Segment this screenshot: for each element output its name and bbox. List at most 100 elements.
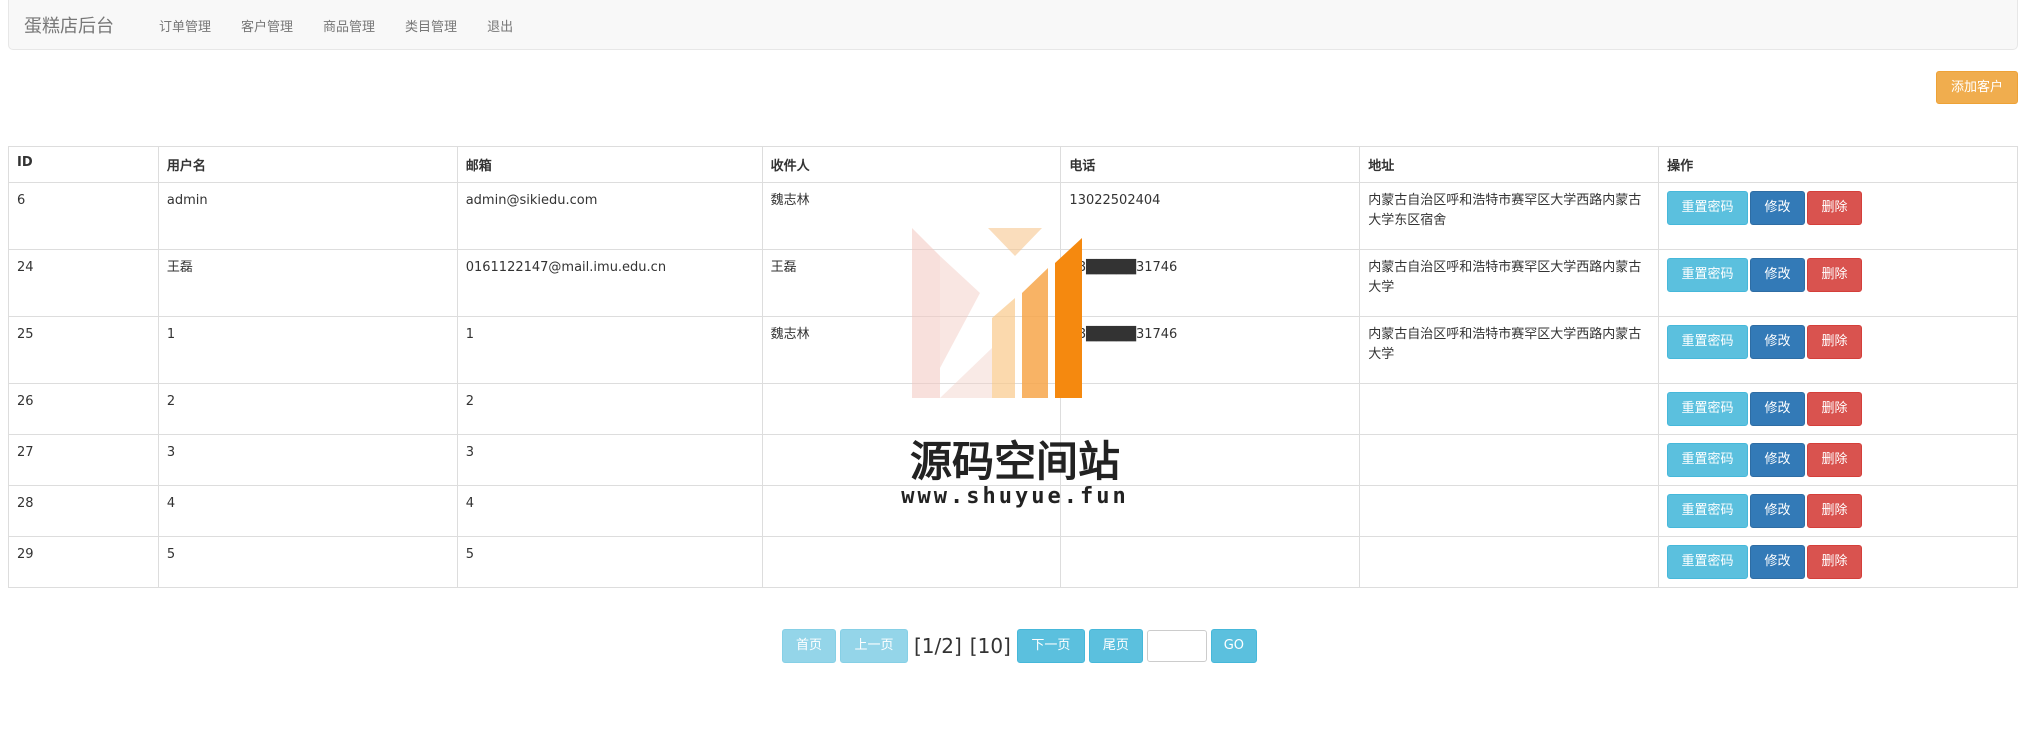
delete-button[interactable]: 删除	[1807, 494, 1863, 528]
edit-button[interactable]: 修改	[1750, 392, 1806, 426]
page-indicator: [1/2]	[914, 634, 962, 658]
cell-actions: 重置密码 修改 删除	[1658, 182, 2018, 250]
edit-button[interactable]: 修改	[1750, 258, 1806, 292]
delete-button[interactable]: 删除	[1807, 258, 1863, 292]
cell-phone	[1060, 434, 1361, 486]
total-count: [10]	[969, 634, 1011, 658]
edit-button[interactable]: 修改	[1750, 325, 1806, 359]
cell-actions: 重置密码 修改 删除	[1658, 536, 2018, 588]
table-header-row: ID 用户名 邮箱 收件人 电话 地址 操作	[8, 146, 2018, 183]
cell-username: 王磊	[157, 249, 458, 317]
customer-table: ID 用户名 邮箱 收件人 电话 地址 操作 6 admin admin@sik…	[8, 146, 2018, 588]
edit-button[interactable]: 修改	[1750, 191, 1806, 225]
delete-button[interactable]: 删除	[1807, 191, 1863, 225]
cell-recipient: 魏志林	[761, 182, 1062, 250]
add-customer-button[interactable]: 添加客户	[1936, 71, 2018, 104]
brand-title[interactable]: 蛋糕店后台	[24, 12, 114, 38]
cell-phone	[1060, 536, 1361, 588]
table-row: 26 2 2 重置密码 修改 删除	[8, 383, 2018, 435]
table-row: 25 1 1 魏志林 18█████31746 内蒙古自治区呼和浩特市赛罕区大学…	[8, 316, 2018, 384]
cell-recipient: 王磊	[761, 249, 1062, 317]
cell-recipient	[761, 434, 1062, 486]
cell-address	[1359, 383, 1660, 435]
cell-recipient: 魏志林	[761, 316, 1062, 384]
delete-button[interactable]: 删除	[1807, 545, 1863, 579]
table-row: 24 王磊 0161122147@mail.imu.edu.cn 王磊 18██…	[8, 249, 2018, 317]
nav-customers[interactable]: 客户管理	[226, 16, 308, 35]
cell-id: 27	[8, 434, 159, 486]
delete-button[interactable]: 删除	[1807, 392, 1863, 426]
nav-products[interactable]: 商品管理	[308, 16, 390, 35]
last-page-button[interactable]: 尾页	[1088, 629, 1143, 663]
cell-username: 1	[157, 316, 458, 384]
cell-phone	[1060, 383, 1361, 435]
cell-id: 6	[8, 182, 159, 250]
cell-actions: 重置密码 修改 删除	[1658, 434, 2018, 486]
cell-username: 5	[157, 536, 458, 588]
cell-phone: 13022502404	[1060, 182, 1361, 250]
delete-button[interactable]: 删除	[1807, 325, 1863, 359]
nav-orders[interactable]: 订单管理	[144, 16, 226, 35]
delete-button[interactable]: 删除	[1807, 443, 1863, 477]
go-button[interactable]: GO	[1210, 629, 1257, 663]
cell-email: 2	[456, 383, 763, 435]
cell-phone: 18█████31746	[1060, 316, 1361, 384]
cell-actions: 重置密码 修改 删除	[1658, 249, 2018, 317]
cell-id: 28	[8, 485, 159, 537]
cell-address	[1359, 536, 1660, 588]
cell-address	[1359, 434, 1660, 486]
col-recipient-header: 收件人	[761, 146, 1062, 183]
cell-email: 5	[456, 536, 763, 588]
cell-address	[1359, 485, 1660, 537]
reset-password-button[interactable]: 重置密码	[1667, 191, 1749, 225]
nav-logout[interactable]: 退出	[472, 16, 528, 35]
prev-page-button[interactable]: 上一页	[840, 629, 908, 663]
col-username-header: 用户名	[157, 146, 458, 183]
col-email-header: 邮箱	[456, 146, 763, 183]
cell-username: admin	[157, 182, 458, 250]
col-actions-header: 操作	[1658, 146, 2018, 183]
reset-password-button[interactable]: 重置密码	[1667, 258, 1749, 292]
top-navbar: 蛋糕店后台 订单管理 客户管理 商品管理 类目管理 退出	[8, 0, 2018, 50]
reset-password-button[interactable]: 重置密码	[1667, 494, 1749, 528]
reset-password-button[interactable]: 重置密码	[1667, 325, 1749, 359]
cell-email: 4	[456, 485, 763, 537]
table-row: 6 admin admin@sikiedu.com 魏志林 1302250240…	[8, 182, 2018, 250]
main-nav: 订单管理 客户管理 商品管理 类目管理 退出	[144, 16, 528, 35]
edit-button[interactable]: 修改	[1750, 545, 1806, 579]
edit-button[interactable]: 修改	[1750, 494, 1806, 528]
cell-recipient	[761, 383, 1062, 435]
next-page-button[interactable]: 下一页	[1016, 629, 1085, 663]
cell-email: 1	[456, 316, 763, 384]
reset-password-button[interactable]: 重置密码	[1667, 443, 1749, 477]
cell-id: 29	[8, 536, 159, 588]
edit-button[interactable]: 修改	[1750, 443, 1806, 477]
cell-id: 24	[8, 249, 159, 317]
cell-phone: 18█████31746	[1060, 249, 1361, 317]
cell-email: 0161122147@mail.imu.edu.cn	[456, 249, 763, 317]
page-number-input[interactable]	[1146, 630, 1207, 662]
cell-actions: 重置密码 修改 删除	[1658, 485, 2018, 537]
col-phone-header: 电话	[1060, 146, 1361, 183]
cell-id: 26	[8, 383, 159, 435]
nav-categories[interactable]: 类目管理	[390, 16, 472, 35]
cell-email: 3	[456, 434, 763, 486]
pagination: 首页 上一页 [1/2] [10] 下一页 尾页 GO	[782, 629, 1257, 663]
cell-actions: 重置密码 修改 删除	[1658, 316, 2018, 384]
table-row: 27 3 3 重置密码 修改 删除	[8, 434, 2018, 486]
first-page-button[interactable]: 首页	[782, 629, 836, 663]
cell-username: 4	[157, 485, 458, 537]
reset-password-button[interactable]: 重置密码	[1667, 392, 1749, 426]
cell-id: 25	[8, 316, 159, 384]
reset-password-button[interactable]: 重置密码	[1667, 545, 1749, 579]
cell-username: 3	[157, 434, 458, 486]
cell-email: admin@sikiedu.com	[456, 182, 763, 250]
cell-address: 内蒙古自治区呼和浩特市赛罕区大学西路内蒙古大学	[1359, 316, 1660, 384]
cell-username: 2	[157, 383, 458, 435]
table-row: 28 4 4 重置密码 修改 删除	[8, 485, 2018, 537]
col-id-header: ID	[8, 146, 159, 183]
cell-address: 内蒙古自治区呼和浩特市赛罕区大学西路内蒙古大学东区宿舍	[1359, 182, 1660, 250]
cell-recipient	[761, 536, 1062, 588]
cell-phone	[1060, 485, 1361, 537]
cell-actions: 重置密码 修改 删除	[1658, 383, 2018, 435]
